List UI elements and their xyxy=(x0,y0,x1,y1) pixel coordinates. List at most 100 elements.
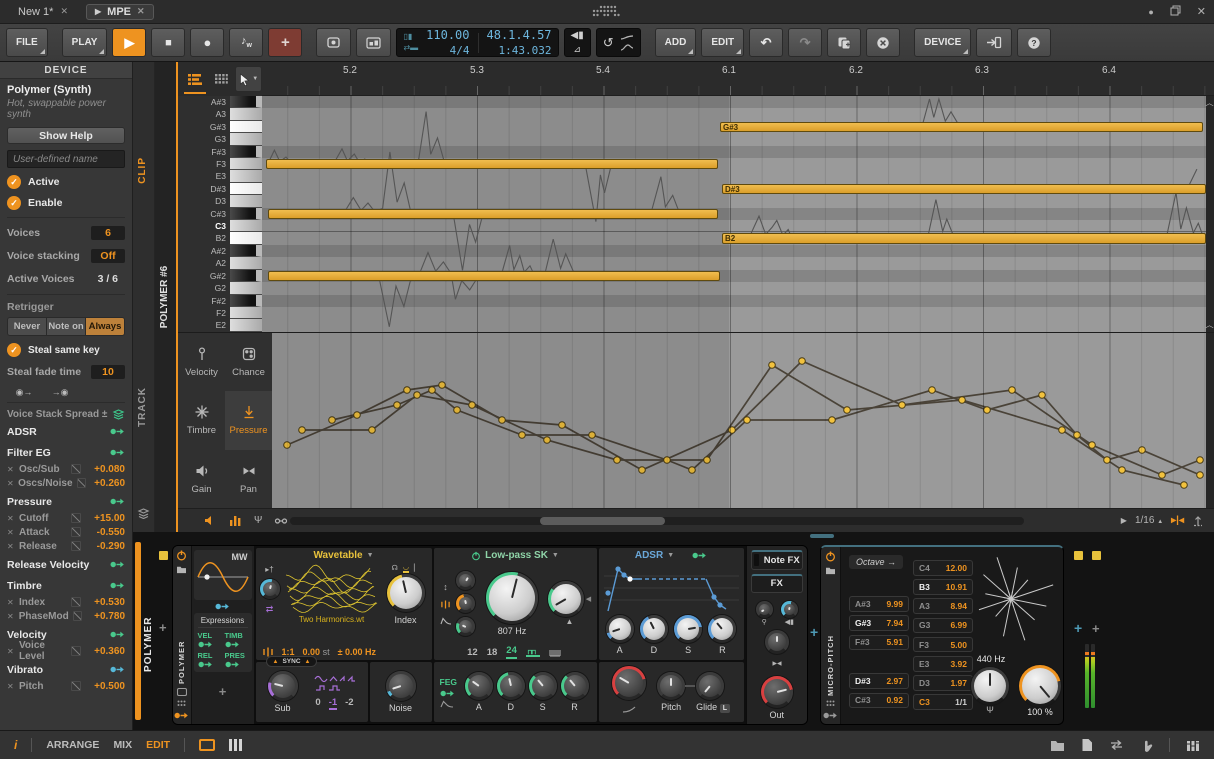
file-menu-button[interactable]: FILE xyxy=(6,28,48,57)
track-device-label[interactable]: POLYMER xyxy=(143,582,154,672)
remove-icon[interactable]: ✕ xyxy=(7,647,15,656)
filter-panel[interactable]: Low-pass SK▼ ↕ xyxy=(434,548,597,660)
pitch-panel[interactable]: Pitch Glide L xyxy=(599,662,744,722)
sync-pill[interactable]: ▲SYNC▲ xyxy=(266,656,318,667)
audition-icon[interactable] xyxy=(204,515,217,526)
sub-oct-1[interactable]: -1 xyxy=(329,697,337,710)
mod-arrow-icon[interactable] xyxy=(110,497,125,506)
piano-key-G#3[interactable]: G#3 xyxy=(178,121,262,133)
piano-key-C3[interactable]: C3 xyxy=(178,220,262,232)
filter-drive-knob[interactable] xyxy=(456,594,475,613)
device-name-input[interactable] xyxy=(7,150,125,168)
piano-key-E2[interactable]: E2 xyxy=(178,319,262,331)
feg-a-knob[interactable] xyxy=(465,672,493,700)
view-edit[interactable]: EDIT xyxy=(146,739,170,751)
note-grid[interactable]: G#3D#3B2 xyxy=(262,96,1206,332)
help-button[interactable]: ? xyxy=(1017,28,1051,57)
micropitch-device[interactable]: MICRO-PITCH Octave → C412.00B310.91A38.9… xyxy=(820,545,1064,725)
project-tab-close-icon[interactable]: ✕ xyxy=(60,6,68,17)
vel-mod-icon[interactable] xyxy=(198,640,213,649)
view-mix[interactable]: MIX xyxy=(113,739,132,751)
filter-env-amt-knob[interactable] xyxy=(456,617,475,636)
snap-toggle-icon[interactable]: ▸|◂ xyxy=(1171,515,1184,526)
note-C#3[interactable] xyxy=(268,209,718,220)
mod-targets-tab[interactable]: →◉ xyxy=(43,387,77,398)
piano-key-A#2[interactable]: A#2 xyxy=(178,245,262,257)
expressions-module[interactable]: Expressions VEL TIMB REL PRES xyxy=(194,613,252,672)
curve-icon[interactable] xyxy=(71,513,81,523)
h-scrollbar-handle[interactable] xyxy=(540,517,665,525)
curve-icon[interactable] xyxy=(71,541,81,551)
fx-slot[interactable]: FX xyxy=(751,574,804,594)
show-help-button[interactable]: Show Help xyxy=(7,127,125,144)
lane-gain[interactable]: Gain xyxy=(178,450,225,508)
piano-key-C#3[interactable]: C#3 xyxy=(178,208,262,220)
micropitch-cell-F#3[interactable]: F#35.91 xyxy=(849,635,909,651)
remove-icon[interactable]: ✕ xyxy=(7,465,15,474)
resonance-knob[interactable] xyxy=(548,581,584,617)
modulation-out-icon[interactable] xyxy=(174,711,189,720)
mod-section-adsr[interactable]: ADSR xyxy=(7,422,125,441)
play-menu-button[interactable]: PLAY xyxy=(62,28,108,57)
link-icon[interactable] xyxy=(274,516,288,526)
amp-a-knob[interactable] xyxy=(606,615,634,643)
preset-folder-icon[interactable] xyxy=(176,565,187,574)
slope-12[interactable]: 12 xyxy=(467,647,478,658)
mod-arrow-icon[interactable] xyxy=(110,427,125,436)
filter-power-icon[interactable] xyxy=(402,550,412,560)
clip-tab-close-icon[interactable]: ✕ xyxy=(137,6,145,17)
keytrack-icon[interactable]: ▸† xyxy=(265,565,273,574)
project-tab[interactable]: New 1* ✕ xyxy=(8,6,78,18)
mod-target-row[interactable]: ✕PhaseMod+0.780 xyxy=(7,609,125,623)
view-arrange[interactable]: ARRANGE xyxy=(46,739,99,751)
pitch-curve-icon[interactable] xyxy=(622,706,636,713)
restore-icon[interactable] xyxy=(1170,5,1181,19)
ref-freq-value[interactable]: 440 Hz xyxy=(959,654,1023,664)
lane-timbre[interactable]: Timbre xyxy=(178,391,225,449)
tab-track[interactable]: TRACK xyxy=(137,387,148,427)
curve-icon[interactable] xyxy=(71,681,81,691)
fill-curve-icon[interactable] xyxy=(620,34,634,41)
noise-panel[interactable]: Noise xyxy=(370,662,432,722)
curve-icon[interactable] xyxy=(71,464,81,474)
note-G#2[interactable] xyxy=(268,271,720,282)
mixer-meter-icon[interactable] xyxy=(1186,739,1200,752)
groove-button[interactable]: ♪w xyxy=(229,28,263,57)
mapping-grid-icon[interactable] xyxy=(177,700,186,707)
glide-legato-badge[interactable]: L xyxy=(720,704,730,713)
osc-detune-hz[interactable]: ± 0.00 Hz xyxy=(338,647,376,657)
slope-18[interactable]: 18 xyxy=(487,647,498,658)
mapping-hand-icon[interactable] xyxy=(1140,738,1153,752)
remove-icon[interactable]: ✕ xyxy=(7,682,15,691)
lane-pan[interactable]: Pan xyxy=(225,450,272,508)
undo-button[interactable]: ↶ xyxy=(749,28,783,57)
insert-device-button[interactable] xyxy=(976,28,1012,57)
note-F3[interactable] xyxy=(266,159,718,170)
metronome-button[interactable] xyxy=(316,28,351,57)
slope-24[interactable]: 24 xyxy=(506,645,517,659)
feg-r-knob[interactable] xyxy=(561,672,589,700)
add-device-between-button[interactable]: + xyxy=(810,624,818,640)
piano-key-G2[interactable]: G2 xyxy=(178,282,262,294)
micropitch-cell-G#3[interactable]: G#37.94 xyxy=(849,615,909,631)
micropitch-cell-A#3[interactable]: A#39.99 xyxy=(849,596,909,612)
timb-mod-icon[interactable] xyxy=(225,640,240,649)
mix-value[interactable]: 100 % xyxy=(1019,707,1061,717)
piano-key-F3[interactable]: F3 xyxy=(178,158,262,170)
curve-icon[interactable] xyxy=(71,597,81,607)
stop-button[interactable]: ■ xyxy=(151,28,185,57)
info-button[interactable]: i xyxy=(14,738,17,752)
rel-mod-icon[interactable] xyxy=(198,660,213,669)
file-icon[interactable] xyxy=(1081,738,1093,752)
time-signature[interactable]: 4/4 xyxy=(426,45,469,57)
feg-d-knob[interactable] xyxy=(497,672,525,700)
loop-icon[interactable]: ↺ xyxy=(603,35,614,51)
lane-chance[interactable]: Chance xyxy=(225,333,272,391)
amp-d-knob[interactable] xyxy=(640,615,668,643)
mw-mod-arrow-icon[interactable] xyxy=(215,602,230,611)
mod-target-row[interactable]: ✕Voice Level+0.360 xyxy=(7,644,125,658)
mod-section-timbre[interactable]: Timbre xyxy=(7,576,125,595)
follow-curve-icon[interactable] xyxy=(620,44,634,51)
note-D#3[interactable]: D#3 xyxy=(722,184,1206,195)
redo-button[interactable]: ↷ xyxy=(788,28,822,57)
